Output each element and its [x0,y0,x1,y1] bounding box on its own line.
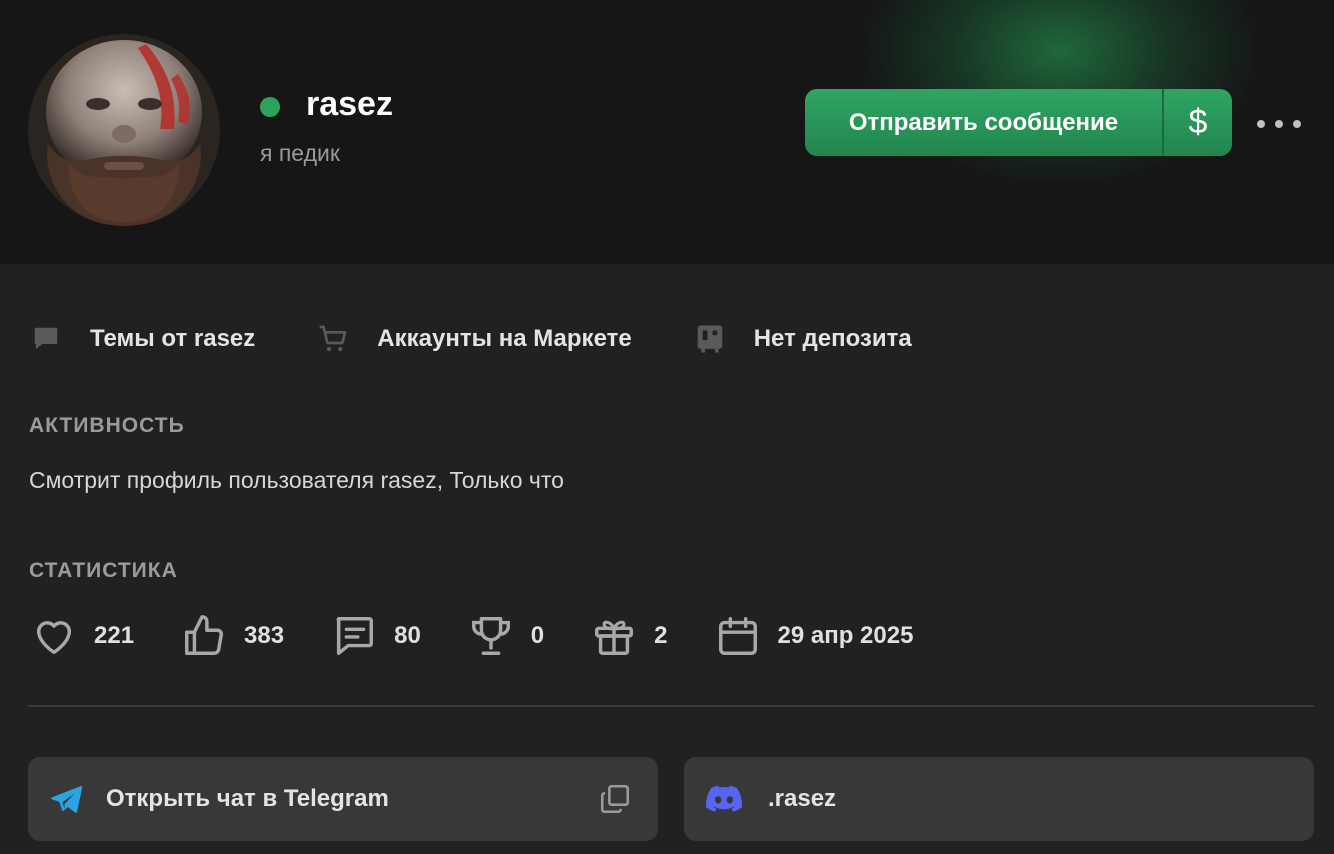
statistics-heading: СТАТИСТИКА [29,559,178,582]
copy-icon[interactable] [598,782,632,816]
messages-icon [330,612,378,660]
link-market-accounts[interactable]: Аккаунты на Маркете [317,316,632,362]
activity-text: Смотрит профиль пользователя rasez, Толь… [29,467,564,493]
deposit-safe-icon [694,323,726,355]
stat-value: 0 [530,622,545,649]
send-message-button[interactable]: Отправить сообщение [805,89,1164,156]
stat-reactions[interactable]: 383 [180,612,284,660]
stat-value: 2 [654,622,668,649]
section-divider [28,705,1314,707]
dollar-icon: $ [1188,103,1208,141]
gift-icon [590,612,638,660]
stat-messages[interactable]: 80 [330,612,421,660]
telegram-label: Открыть чат в Telegram [106,785,389,812]
dot-icon [1293,120,1301,128]
cart-icon [317,323,349,355]
profile-links: Темы от rasez Аккаунты на Маркете Нет де… [30,316,974,362]
link-deposit[interactable]: Нет депозита [694,316,912,362]
chat-bubble-icon [30,323,62,355]
stat-trophies[interactable]: 0 [467,612,544,660]
more-options-button[interactable] [1257,112,1301,136]
stat-value: 29 апр 2025 [777,622,914,649]
telegram-icon [48,781,84,817]
telegram-contact[interactable]: Открыть чат в Telegram [28,757,658,841]
thumbs-up-icon [180,612,228,660]
trophy-icon [467,612,515,660]
stat-likes[interactable]: 221 [30,612,134,660]
avatar-image [28,34,220,226]
message-button-group: Отправить сообщение $ [805,89,1232,156]
discord-label: .rasez [768,785,837,812]
profile-header: rasez я педик Отправить сообщение $ [0,0,1334,264]
activity-heading: АКТИВНОСТЬ [29,414,185,437]
stat-registration-date[interactable]: 29 апр 2025 [714,612,914,660]
stat-gifts[interactable]: 2 [590,612,668,660]
username: rasez [306,85,393,123]
discord-icon [704,779,744,819]
dot-icon [1275,120,1283,128]
link-user-threads[interactable]: Темы от rasez [30,316,255,362]
link-label: Аккаунты на Маркете [377,325,632,352]
statistics-row: 221 383 80 0 2 29 апр 2025 [30,612,959,660]
link-label: Нет депозита [753,325,912,352]
link-label: Темы от rasez [90,325,256,352]
stat-value: 221 [94,622,135,649]
stat-value: 80 [394,622,421,649]
user-title: я педик [260,140,340,166]
discord-contact[interactable]: .rasez [684,757,1314,841]
dot-icon [1257,120,1265,128]
online-status-dot [260,97,280,117]
send-money-button[interactable]: $ [1164,89,1232,156]
calendar-icon [714,612,762,660]
avatar[interactable] [28,34,220,226]
heart-icon [30,612,78,660]
stat-value: 383 [244,622,285,649]
